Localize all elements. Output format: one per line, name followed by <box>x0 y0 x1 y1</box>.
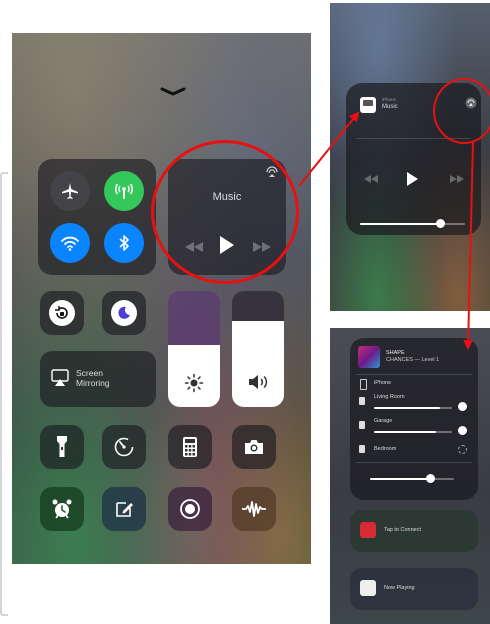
flashlight-icon <box>57 436 67 457</box>
calculator-icon <box>183 437 197 457</box>
device-row-iphone[interactable]: iPhone <box>358 378 472 390</box>
track-title: SHAPE <box>386 350 405 356</box>
device-row-living-room[interactable]: Living Room <box>358 394 472 416</box>
wifi-icon <box>61 236 79 251</box>
screen-mirroring-icon <box>51 369 69 386</box>
album-artwork <box>358 346 380 368</box>
airplane-mode-toggle[interactable] <box>50 171 90 211</box>
moon-icon <box>111 300 137 326</box>
divider <box>356 462 472 463</box>
tap-to-connect-label: Tap to Connect <box>384 527 421 533</box>
voice-memos-button[interactable] <box>232 487 276 531</box>
antenna-icon <box>115 183 133 199</box>
alarm-button[interactable] <box>40 487 84 531</box>
master-volume-knob[interactable] <box>426 474 435 483</box>
app-icon <box>360 522 376 538</box>
device-list-panel: SHAPE CHANCES — Level 1 iPhone Living Ro… <box>350 338 478 500</box>
device-name: Living Room <box>374 394 405 400</box>
sun-icon <box>184 373 204 393</box>
tap-to-connect-card[interactable]: Tap to Connect <box>350 510 478 552</box>
camera-icon <box>245 440 263 454</box>
annotation-circle-airplay <box>433 78 490 144</box>
previous-track-icon[interactable] <box>364 175 378 183</box>
app-icon <box>360 580 376 596</box>
device-volume-track[interactable] <box>374 431 452 433</box>
connectivity-tile <box>38 159 156 275</box>
device-name: Garage <box>374 418 393 424</box>
source-label: iPhone <box>382 97 397 102</box>
screen-recording-button[interactable] <box>168 487 212 531</box>
device-name: iPhone <box>374 380 392 386</box>
now-playing-card[interactable]: Now Playing <box>350 568 478 610</box>
screen-mirroring-label: Screen Mirroring <box>76 368 110 388</box>
album-art-placeholder-icon <box>360 97 376 113</box>
track-artist: CHANCES — Level 1 <box>386 357 440 363</box>
speaker-icon <box>359 445 365 453</box>
divider <box>356 374 472 375</box>
volume-slider[interactable] <box>232 291 284 407</box>
next-track-icon[interactable] <box>450 175 464 183</box>
loading-spinner-icon <box>458 445 467 454</box>
brightness-slider[interactable] <box>168 291 220 407</box>
cellular-data-toggle[interactable] <box>104 171 144 211</box>
wifi-toggle[interactable] <box>50 223 90 263</box>
bluetooth-toggle[interactable] <box>104 223 144 263</box>
notes-button[interactable] <box>102 487 146 531</box>
device-volume-track[interactable] <box>374 407 452 409</box>
device-row-garage[interactable]: Garage <box>358 418 472 440</box>
airplay-devices-screenshot: SHAPE CHANCES — Level 1 iPhone Living Ro… <box>330 328 490 624</box>
volume-track[interactable] <box>360 223 465 225</box>
speaker-volume-icon <box>249 375 268 389</box>
rotation-lock-toggle[interactable] <box>40 291 84 335</box>
device-edge <box>0 172 8 616</box>
camera-button[interactable] <box>232 425 276 469</box>
do-not-disturb-toggle[interactable] <box>102 291 146 335</box>
master-volume-track[interactable] <box>370 478 454 480</box>
device-volume-knob[interactable] <box>458 426 467 435</box>
alarm-clock-icon <box>52 499 72 519</box>
control-center-screenshot: Music Screen Mirroring <box>12 33 311 564</box>
annotation-circle-music <box>151 140 299 284</box>
waveform-icon <box>242 501 266 517</box>
flashlight-button[interactable] <box>40 425 84 469</box>
record-icon <box>180 499 200 519</box>
speaker-icon <box>359 397 365 405</box>
airplane-icon <box>62 183 78 199</box>
now-playing-label: Now Playing <box>384 585 415 591</box>
device-name: Bedroom <box>374 446 397 452</box>
timer-button[interactable] <box>102 425 146 469</box>
track-label: Music <box>382 104 398 110</box>
volume-knob[interactable] <box>436 219 445 228</box>
device-volume-knob[interactable] <box>458 402 467 411</box>
chevron-down-icon[interactable] <box>160 87 186 97</box>
compose-note-icon <box>116 502 133 517</box>
speaker-icon <box>359 421 365 429</box>
rotation-lock-icon <box>49 300 75 326</box>
device-row-bedroom[interactable]: Bedroom <box>358 442 472 456</box>
calculator-button[interactable] <box>168 425 212 469</box>
play-icon[interactable] <box>407 172 418 186</box>
expanded-music-screenshot: iPhone Music <box>330 3 490 311</box>
screen-mirroring-button[interactable]: Screen Mirroring <box>40 351 156 407</box>
timer-icon <box>114 437 134 457</box>
iphone-icon <box>360 379 367 390</box>
bluetooth-icon <box>119 235 129 251</box>
